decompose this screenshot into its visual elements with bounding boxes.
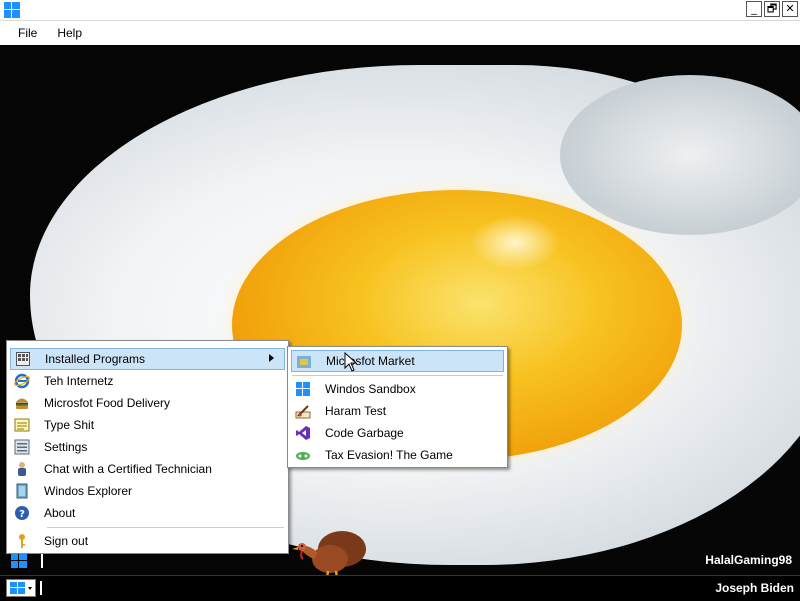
start-item-label: About [44,506,76,520]
taskbar: Joseph Biden [0,575,800,601]
menu-help[interactable]: Help [47,21,92,45]
start-item-type-shit[interactable]: Type Shit [10,414,285,436]
submenu-item-label: Code Garbage [325,426,404,440]
yolk-highlight [470,215,560,270]
submenu-item-label: Haram Test [325,404,387,418]
taskbar-text-caret [40,581,42,595]
submenu-item-tax-evasion[interactable]: Tax Evasion! The Game [291,444,504,466]
inner-username: HalalGaming98 [705,553,792,567]
menu-bar: File Help [0,21,800,45]
start-item-label: Installed Programs [45,352,146,366]
settings-icon [14,439,30,455]
menu-file[interactable]: File [8,21,47,45]
svg-text:?: ? [19,509,25,520]
submenu-item-windos-sandbox[interactable]: Windos Sandbox [291,378,504,400]
start-item-windos-explorer[interactable]: Windos Explorer [10,480,285,502]
submenu-item-label: Microsfot Market [326,354,415,368]
start-item-sign-out[interactable]: Sign out [10,530,285,552]
inner-text-caret [41,554,43,568]
submenu-item-label: Windos Sandbox [325,382,416,396]
menu-separator [47,527,284,528]
market-icon [296,353,312,369]
installed-programs-submenu: Microsfot Market Windos Sandbox Haram Te… [287,346,508,468]
submenu-item-microsfot-market[interactable]: Microsfot Market [291,350,504,372]
internet-explorer-icon [14,373,30,389]
folder-icon [14,483,30,499]
submenu-arrow-icon [269,354,274,362]
submenu-item-label: Tax Evasion! The Game [325,448,453,462]
start-item-label: Teh Internetz [44,374,114,388]
paint-icon [295,403,311,419]
start-item-label: Type Shit [44,418,95,432]
start-item-label: Windos Explorer [44,484,133,498]
restore-button[interactable]: 🗗 [764,1,780,17]
key-icon [14,533,30,549]
start-item-label: Sign out [44,534,89,548]
start-button[interactable] [6,579,36,597]
start-item-label: Microsfot Food Delivery [44,396,171,410]
windows-icon [295,381,311,397]
game-icon [295,447,311,463]
windows-logo-icon [4,2,20,18]
inner-start-button[interactable] [8,552,32,570]
submenu-item-code-garbage[interactable]: Code Garbage [291,422,504,444]
title-bar: _ 🗗 ✕ [0,0,800,21]
submenu-item-haram-test[interactable]: Haram Test [291,400,504,422]
start-item-about[interactable]: ? About [10,502,285,524]
grid-icon [15,351,31,367]
start-item-food-delivery[interactable]: Microsfot Food Delivery [10,392,285,414]
visual-studio-icon [295,425,311,441]
person-icon [14,461,30,477]
start-item-label: Settings [44,440,88,454]
menu-separator [292,375,503,376]
mouse-cursor-icon [344,351,358,375]
start-item-label: Chat with a Certified Technician [44,462,212,476]
taskbar-username: Joseph Biden [715,581,794,595]
minimize-button[interactable]: _ [746,1,762,17]
start-item-chat-technician[interactable]: Chat with a Certified Technician [10,458,285,480]
close-button[interactable]: ✕ [782,1,798,17]
help-icon: ? [14,505,30,521]
start-item-teh-internetz[interactable]: Teh Internetz [10,370,285,392]
start-menu: Installed Programs Teh Internetz Microsf… [6,340,289,554]
start-item-settings[interactable]: Settings [10,436,285,458]
notepad-icon [14,417,30,433]
start-item-installed-programs[interactable]: Installed Programs [10,348,285,370]
burger-icon [14,395,30,411]
